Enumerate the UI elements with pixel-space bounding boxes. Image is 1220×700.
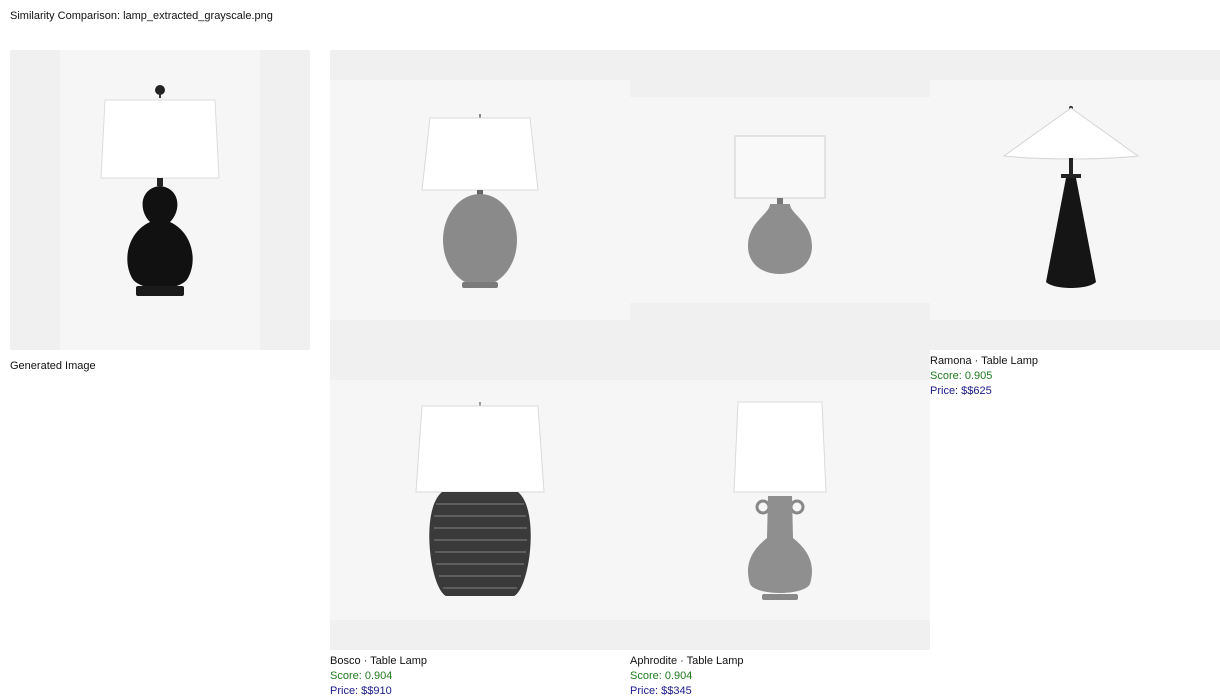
textured-round-lamp-icon (421, 114, 539, 288)
result-image-ramona-row (330, 50, 1220, 350)
result-caption-ramona: Ramona · Table Lamp Score: 0.905 Price: … (930, 354, 1038, 399)
ribbed-vase-lamp-icon (415, 402, 545, 596)
result-caption-aphrodite: Aphrodite · Table Lamp Score: 0.904 Pric… (630, 654, 744, 699)
page-title: Similarity Comparison: lamp_extracted_gr… (10, 10, 273, 22)
result-price: Price: $$625 (930, 385, 992, 397)
result-score: Score: 0.905 (930, 370, 993, 382)
result-score: Score: 0.904 (330, 670, 393, 682)
generated-image (10, 50, 310, 350)
cone-shade-lamp-icon (1002, 106, 1140, 288)
result-image-aphrodite (630, 350, 930, 650)
result-price: Price: $$345 (630, 685, 692, 697)
result-score: Score: 0.904 (630, 670, 693, 682)
result-name: Ramona · Table Lamp (930, 355, 1039, 367)
drum-shade-stone-lamp-icon (734, 135, 826, 274)
result-caption-bosco: Bosco · Table Lamp Score: 0.904 Price: $… (330, 654, 427, 699)
result-image-bosco (330, 350, 630, 650)
gourd-table-lamp-icon (100, 85, 220, 296)
result-name: Bosco · Table Lamp (330, 655, 428, 667)
amphora-lamp-icon (733, 401, 827, 600)
generated-image-label: Generated Image (10, 360, 96, 372)
result-name: Aphrodite · Table Lamp (630, 655, 744, 667)
result-price: Price: $$910 (330, 685, 392, 697)
